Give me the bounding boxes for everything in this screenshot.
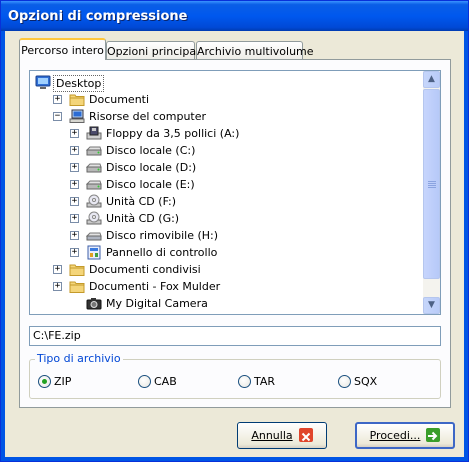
- folder-icon: [69, 279, 85, 294]
- tree-item-label: Floppy da 3,5 pollici (A:): [106, 127, 240, 140]
- hard-drive-icon: [85, 143, 102, 158]
- tree-item-label: Disco locale (E:): [106, 178, 195, 191]
- tree-item-label: Documenti: [89, 93, 150, 106]
- expand-toggle[interactable]: +: [70, 197, 79, 206]
- tree-item-label: Unità CD (G:): [106, 212, 180, 225]
- radio-zip-indicator: [38, 375, 51, 388]
- folder-tree[interactable]: Desktop + Documenti − Risorse del computer + F…: [29, 70, 441, 315]
- tree-item[interactable]: − Risorse del computer: [30, 108, 420, 125]
- camera-icon: [86, 296, 102, 311]
- tab-archivio-multivolume[interactable]: Archivio multivolume: [196, 41, 314, 60]
- desktop-icon: [35, 75, 51, 90]
- tree-item-label: Desktop: [53, 75, 105, 92]
- cancel-button[interactable]: Annulla: [237, 422, 327, 449]
- window-frame-bottom: [1, 457, 468, 461]
- floppy-drive-icon: [86, 126, 102, 141]
- radio-cab-indicator: [138, 375, 151, 388]
- scroll-thumb[interactable]: [423, 89, 440, 279]
- tree-item[interactable]: Desktop: [30, 74, 420, 92]
- tree-item-label: Documenti - Fox Mulder: [89, 280, 221, 293]
- radio-tar-label: TAR: [254, 375, 276, 388]
- expand-toggle[interactable]: +: [53, 95, 62, 104]
- expand-toggle[interactable]: +: [70, 146, 79, 155]
- cancel-button-label: Annulla: [251, 429, 293, 442]
- archive-path-value: C:\FE.zip: [33, 329, 81, 342]
- tab-percorso-intero[interactable]: Percorso intero: [19, 38, 106, 60]
- expand-toggle[interactable]: +: [53, 265, 62, 274]
- tree-item[interactable]: + Unità CD (G:): [30, 210, 420, 227]
- expand-toggle[interactable]: +: [70, 163, 79, 172]
- tree-item[interactable]: + Disco rimovibile (H:): [30, 227, 420, 244]
- close-icon: [298, 428, 313, 442]
- folder-icon: [69, 262, 85, 277]
- radio-sqx-label: SQX: [354, 375, 378, 388]
- cd-drive-icon: [86, 194, 102, 209]
- expand-toggle[interactable]: +: [70, 214, 79, 223]
- tree-item[interactable]: + Unità CD (F:): [30, 193, 420, 210]
- tree-item-label: Disco rimovibile (H:): [106, 229, 219, 242]
- cd-drive-icon: [86, 211, 102, 226]
- hard-drive-icon: [85, 160, 102, 175]
- control-panel-icon: [86, 245, 102, 260]
- tree-item[interactable]: + Documenti: [30, 91, 420, 108]
- tree-item-label: Pannello di controllo: [106, 246, 218, 259]
- archive-type-legend: Tipo di archivio: [35, 352, 123, 365]
- arrow-right-icon: [426, 428, 441, 442]
- tree-item[interactable]: + Disco locale (D:): [30, 159, 420, 176]
- tree-item-label: Unità CD (F:): [106, 195, 177, 208]
- tree-item-label: Disco locale (C:): [106, 144, 196, 157]
- expand-toggle[interactable]: +: [70, 248, 79, 257]
- radio-zip-label: ZIP: [54, 375, 72, 388]
- expand-toggle[interactable]: +: [70, 231, 79, 240]
- window-frame-right: [464, 31, 468, 461]
- radio-tar-indicator: [238, 375, 251, 388]
- expand-toggle[interactable]: +: [53, 282, 62, 291]
- tree-item[interactable]: My Digital Camera: [30, 295, 420, 312]
- tab-label: Percorso intero: [21, 44, 104, 57]
- archive-type-group: Tipo di archivio: [29, 352, 441, 399]
- window-title: Opzioni di compressione: [8, 9, 188, 24]
- radio-sqx-indicator: [338, 375, 351, 388]
- collapse-toggle[interactable]: −: [53, 112, 62, 121]
- proceed-button-label: Procedi...: [369, 429, 421, 442]
- proceed-button[interactable]: Procedi...: [355, 422, 455, 449]
- compression-options-dialog: Opzioni di compressione Percorso intero …: [0, 0, 469, 462]
- tab-label: Opzioni principali: [107, 45, 203, 58]
- tree-item[interactable]: + Documenti - Fox Mulder: [30, 278, 420, 295]
- tree-item[interactable]: + Pannello di controllo: [30, 244, 420, 261]
- tree-item[interactable]: + Disco locale (C:): [30, 142, 420, 159]
- hard-drive-icon: [85, 177, 102, 192]
- expand-toggle[interactable]: +: [70, 180, 79, 189]
- title-bar[interactable]: Opzioni di compressione: [1, 1, 468, 31]
- scroll-down-button[interactable]: ▼: [423, 297, 440, 314]
- tree-item[interactable]: + Disco locale (E:): [30, 176, 420, 193]
- tab-label: Archivio multivolume: [197, 45, 314, 58]
- scroll-up-button[interactable]: ▲: [423, 71, 440, 88]
- tree-item-label: Documenti condivisi: [89, 263, 201, 276]
- tree-item-label: Disco locale (D:): [106, 161, 197, 174]
- expand-toggle[interactable]: +: [70, 129, 79, 138]
- tree-item[interactable]: + Documenti condivisi: [30, 261, 420, 278]
- radio-cab-label: CAB: [154, 375, 177, 388]
- tree-item-label: My Digital Camera: [106, 297, 208, 310]
- tab-opzioni-principali[interactable]: Opzioni principali: [106, 41, 202, 60]
- folder-icon: [69, 92, 85, 107]
- tree-vertical-scrollbar[interactable]: ▲ ▼: [423, 71, 440, 314]
- removable-disk-icon: [85, 228, 102, 243]
- archive-path-input[interactable]: C:\FE.zip: [29, 326, 441, 346]
- tree-item[interactable]: + Floppy da 3,5 pollici (A:): [30, 125, 420, 142]
- window-frame-left: [1, 31, 5, 461]
- tree-item-label: Risorse del computer: [89, 110, 207, 123]
- computer-icon: [69, 109, 85, 124]
